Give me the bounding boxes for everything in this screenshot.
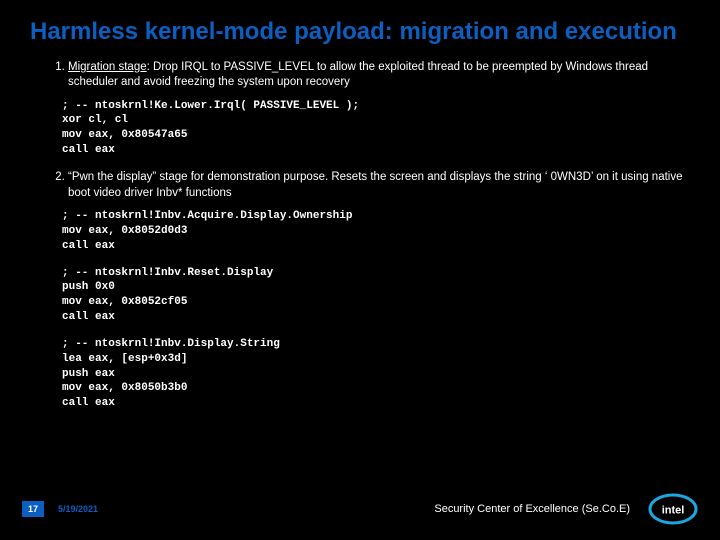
point-1: Migration stage: Drop IRQL to PASSIVE_LE… bbox=[68, 60, 690, 91]
point-2: “Pwn the display” stage for demonstratio… bbox=[68, 170, 690, 201]
page-number: 17 bbox=[22, 501, 44, 517]
ordered-list: Migration stage: Drop IRQL to PASSIVE_LE… bbox=[68, 60, 690, 91]
code-block-1: ; -- ntoskrnl!Ke.Lower.Irql( PASSIVE_LEV… bbox=[62, 99, 690, 158]
footer-org: Security Center of Excellence (Se.Co.E) bbox=[434, 503, 630, 515]
code-block-3: ; -- ntoskrnl!Inbv.Reset.Display push 0x… bbox=[62, 266, 690, 325]
code-block-4: ; -- ntoskrnl!Inbv.Display.String lea ea… bbox=[62, 337, 690, 411]
code-block-2: ; -- ntoskrnl!Inbv.Acquire.Display.Owner… bbox=[62, 209, 690, 254]
point-1-rest: : Drop IRQL to PASSIVE_LEVEL to allow th… bbox=[68, 61, 648, 89]
slide-title: Harmless kernel-mode payload: migration … bbox=[30, 18, 690, 46]
ordered-list-2: “Pwn the display” stage for demonstratio… bbox=[68, 170, 690, 201]
point-1-underline: Migration stage bbox=[68, 61, 147, 73]
intel-logo-icon: intel bbox=[648, 492, 698, 526]
svg-text:intel: intel bbox=[662, 505, 685, 517]
footer: 17 5/19/2021 Security Center of Excellen… bbox=[0, 492, 720, 526]
footer-date: 5/19/2021 bbox=[58, 504, 98, 514]
